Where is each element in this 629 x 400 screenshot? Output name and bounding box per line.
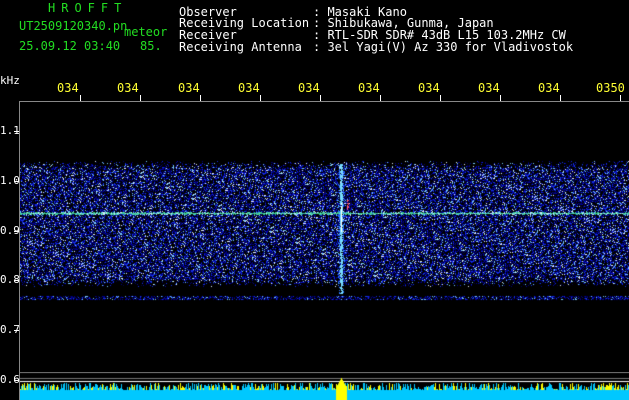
meteor-label: meteor xyxy=(124,25,168,39)
time-label: 0350 xyxy=(596,81,625,95)
info-value-antenna: : 3el Yagi(V) Az 330 for Vladivostok xyxy=(313,40,574,54)
time-label: 034 xyxy=(538,81,560,95)
time-label: 034 xyxy=(117,81,139,95)
filename-label: UT2509120340.pn xyxy=(19,19,128,33)
timestamp-label: 25.09.12 03:40 xyxy=(19,39,121,53)
time-label: 034 xyxy=(298,81,320,95)
axis-unit-label: kHz xyxy=(0,74,20,87)
time-label: 034 xyxy=(178,81,200,95)
power-strip xyxy=(20,372,629,400)
meteor-count: 85. xyxy=(140,39,162,53)
time-label: 034 xyxy=(478,81,500,95)
brand-title: HROFFT xyxy=(48,1,128,15)
waterfall-spectrogram xyxy=(20,102,629,372)
time-label: 034 xyxy=(418,81,440,95)
time-label: 034 xyxy=(238,81,260,95)
time-label: 034 xyxy=(57,81,79,95)
info-label-antenna: Receiving Antenna xyxy=(179,40,302,54)
time-label: 034 xyxy=(358,81,380,95)
hrofft-screen: HROFFT UT2509120340.pn meteor 25.09.12 0… xyxy=(0,0,629,400)
